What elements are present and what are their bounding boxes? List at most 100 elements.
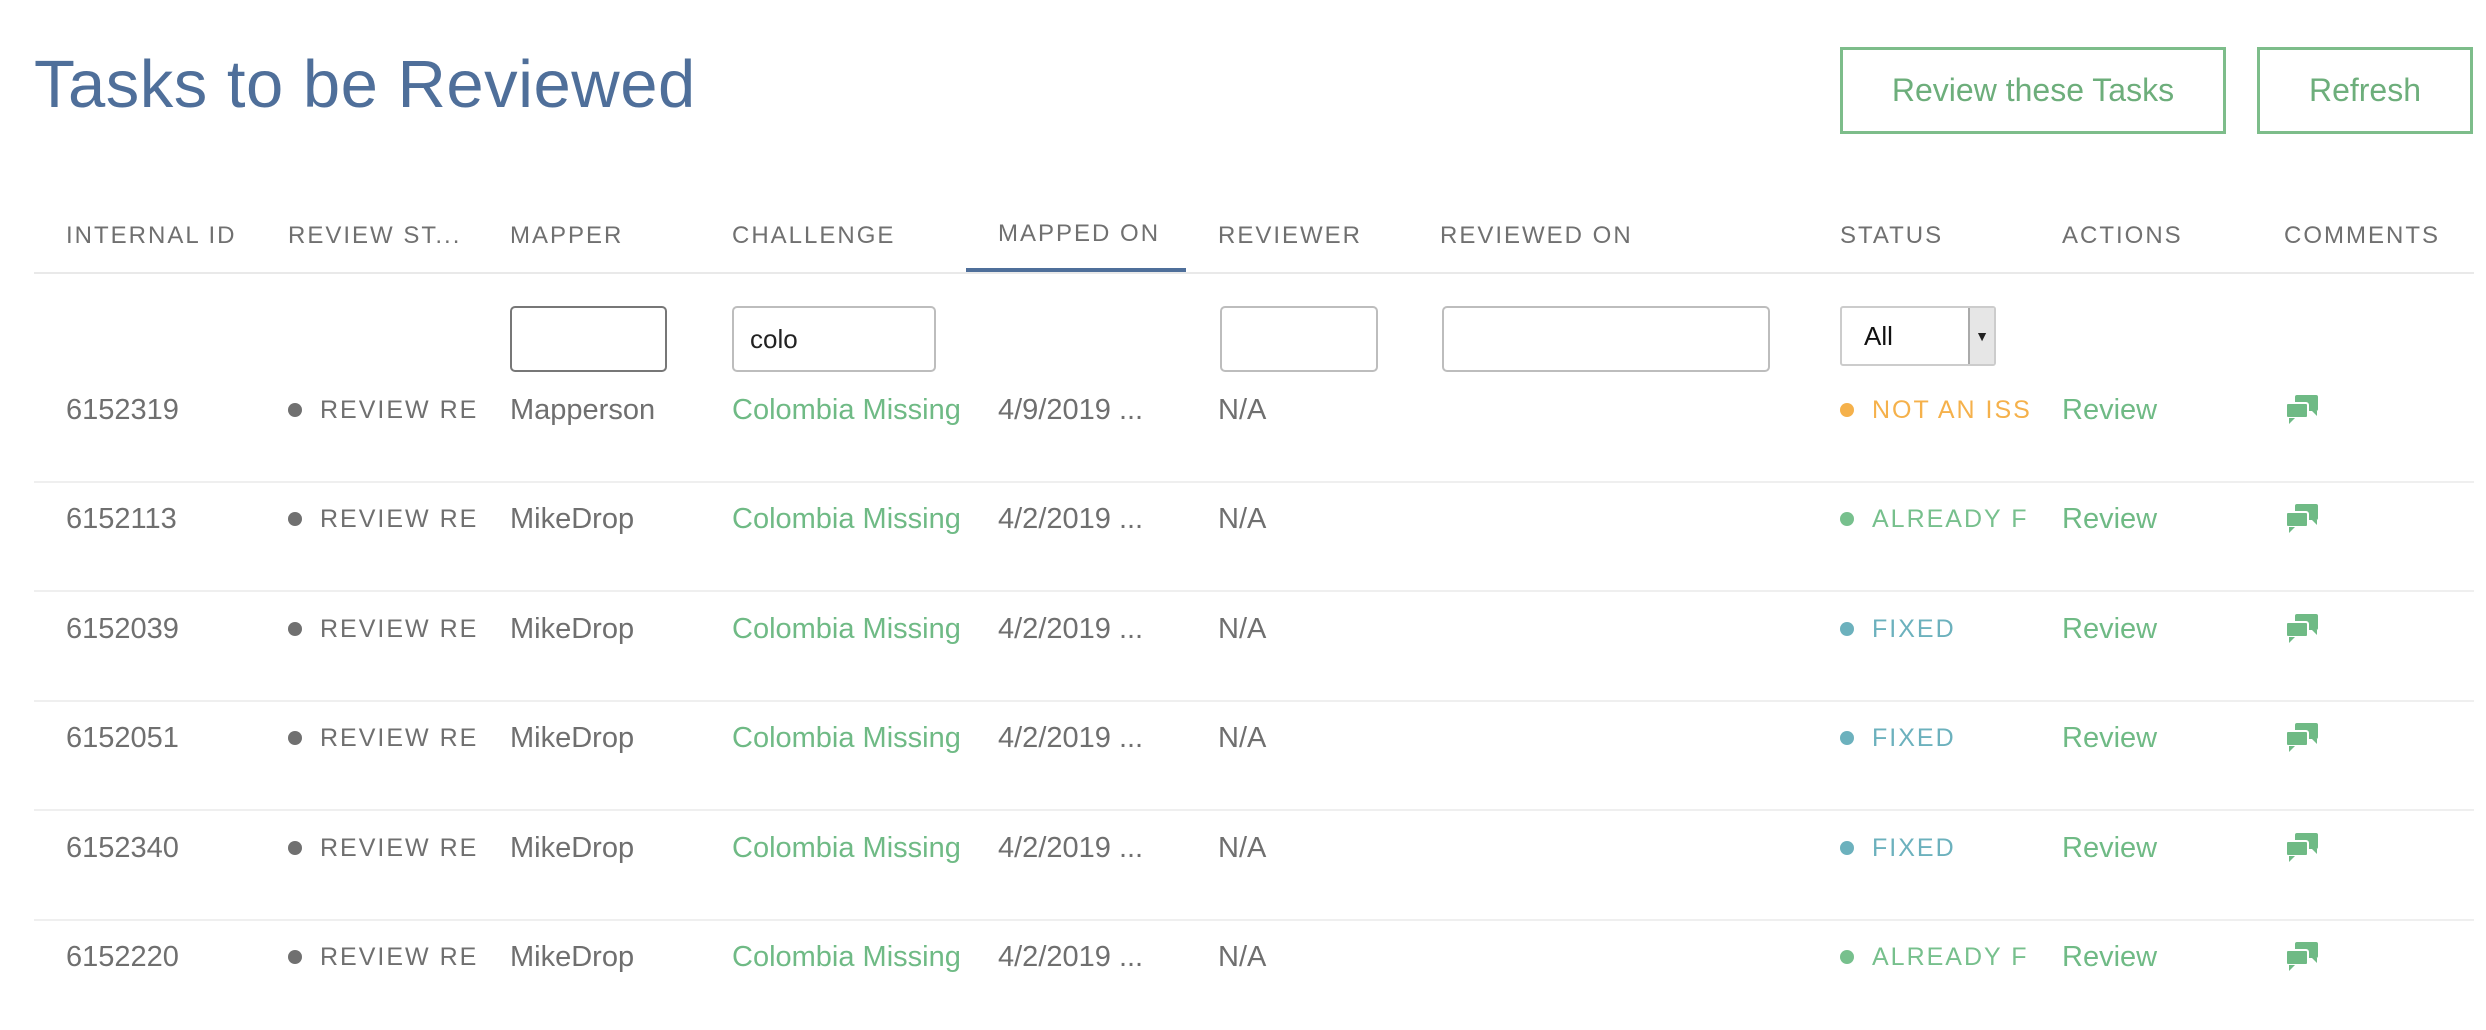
challenge-filter-input[interactable] — [732, 306, 936, 372]
status-dot — [1840, 950, 1854, 964]
table-row: 6152039 REVIEW REQU MikeDrop Colombia Missi… — [34, 591, 2474, 702]
comments-cell — [2252, 700, 2474, 776]
review-action-link[interactable]: Review — [2030, 372, 2252, 448]
column-header-reviewer[interactable]: REVIEWER — [1186, 200, 1408, 272]
comments-icon[interactable] — [2284, 503, 2320, 535]
column-header-mapper[interactable]: MAPPER — [478, 200, 700, 272]
review-status-label: REVIEW REQU — [320, 723, 478, 752]
column-header-review-status[interactable]: REVIEW ST... — [256, 200, 478, 272]
comments-cell — [2252, 372, 2474, 448]
status-label: ALREADY FIX — [1872, 504, 2030, 533]
status-dot — [1840, 403, 1854, 417]
review-status-cell: REVIEW REQU — [256, 919, 478, 995]
mapped-on-cell: 4/2/2019 ... — [998, 721, 1144, 754]
filter-row: All ▼ — [34, 272, 2474, 382]
comments-cell — [2252, 591, 2474, 667]
chevron-down-icon[interactable]: ▼ — [1968, 308, 1994, 364]
table-row: 6152319 REVIEW REQU Mapperson Colombia Miss… — [34, 372, 2474, 483]
table-row: 6152220 REVIEW REQU MikeDrop Colombia Missi… — [34, 919, 2474, 1028]
status-label: FIXED — [1872, 723, 1956, 752]
refresh-button[interactable]: Refresh — [2257, 47, 2473, 134]
challenge-link[interactable]: Colombia Missing I — [700, 700, 966, 776]
mapped-on-cell: 4/2/2019 ... — [998, 940, 1144, 973]
column-header-internal-id[interactable]: INTERNAL ID — [34, 200, 256, 272]
internal-id-cell: 6152039 — [66, 612, 179, 645]
mapped-on-cell: 4/2/2019 ... — [998, 612, 1144, 645]
comments-icon[interactable] — [2284, 941, 2320, 973]
review-status-cell: REVIEW REQU — [256, 700, 478, 776]
mapper-cell: MikeDrop — [510, 831, 635, 864]
reviewer-cell: N/A — [1218, 393, 1267, 426]
comments-cell — [2252, 481, 2474, 557]
status-label: NOT AN ISSU — [1872, 395, 2030, 424]
review-these-tasks-button[interactable]: Review these Tasks — [1840, 47, 2226, 134]
reviewed-on-cell — [1408, 919, 1808, 995]
review-status-cell: REVIEW REQU — [256, 372, 478, 448]
status-cell: ALREADY FIX — [1808, 481, 2030, 557]
column-header-reviewed-on[interactable]: REVIEWED ON — [1408, 200, 1808, 272]
reviewer-filter-input[interactable] — [1220, 306, 1378, 372]
review-action-link[interactable]: Review — [2030, 481, 2252, 557]
comments-icon[interactable] — [2284, 722, 2320, 754]
column-header-challenge[interactable]: CHALLENGE — [700, 200, 922, 272]
column-header-mapped-on[interactable]: MAPPED ON — [966, 200, 1186, 272]
mapper-cell: MikeDrop — [510, 940, 635, 973]
review-action-link[interactable]: Review — [2030, 700, 2252, 776]
comments-cell — [2252, 810, 2474, 886]
reviewer-cell: N/A — [1218, 612, 1267, 645]
mapped-on-cell: 4/9/2019 ... — [998, 393, 1144, 426]
comments-icon[interactable] — [2284, 394, 2320, 426]
challenge-link[interactable]: Colombia Missing I — [700, 591, 966, 667]
challenge-link[interactable]: Colombia Missing I — [700, 810, 966, 886]
internal-id-cell: 6152051 — [66, 721, 179, 754]
reviewed-on-cell — [1408, 481, 1808, 557]
column-header-actions: ACTIONS — [2062, 222, 2183, 249]
column-header-status[interactable]: STATUS — [1808, 200, 2030, 272]
internal-id-cell: 6152113 — [66, 502, 177, 535]
table-row: 6152113 REVIEW REQU MikeDrop Colombia Missi… — [34, 481, 2474, 592]
reviewer-cell: N/A — [1218, 940, 1267, 973]
challenge-link[interactable]: Colombia Missing I — [700, 481, 966, 557]
review-status-cell: REVIEW REQU — [256, 481, 478, 557]
reviewed-on-cell — [1408, 591, 1808, 667]
reviewed-on-cell — [1408, 810, 1808, 886]
review-status-label: REVIEW REQU — [320, 833, 478, 862]
status-label: FIXED — [1872, 614, 1956, 643]
table-row: 6152051 REVIEW REQU MikeDrop Colombia Missi… — [34, 700, 2474, 811]
review-status-label: REVIEW REQU — [320, 504, 478, 533]
reviewer-cell: N/A — [1218, 721, 1267, 754]
status-cell: NOT AN ISSU — [1808, 372, 2030, 448]
comments-icon[interactable] — [2284, 832, 2320, 864]
review-status-dot — [288, 950, 302, 964]
status-dot — [1840, 512, 1854, 526]
reviewer-cell: N/A — [1218, 831, 1267, 864]
review-status-label: REVIEW REQU — [320, 395, 478, 424]
mapper-cell: MikeDrop — [510, 612, 635, 645]
status-label: ALREADY FIX — [1872, 942, 2030, 971]
status-cell: FIXED — [1808, 810, 2030, 886]
review-status-dot — [288, 731, 302, 745]
mapped-on-cell: 4/2/2019 ... — [998, 502, 1144, 535]
challenge-link[interactable]: Colombia Missing I — [700, 372, 966, 448]
status-filter-select[interactable]: All ▼ — [1840, 306, 1996, 366]
internal-id-cell: 6152220 — [66, 940, 179, 973]
review-status-dot — [288, 622, 302, 636]
review-action-link[interactable]: Review — [2030, 919, 2252, 995]
review-status-label: REVIEW REQU — [320, 942, 478, 971]
challenge-link[interactable]: Colombia Missing I — [700, 919, 966, 995]
mapper-filter-input[interactable] — [510, 306, 667, 372]
internal-id-cell: 6152319 — [66, 393, 179, 426]
reviewer-cell: N/A — [1218, 502, 1267, 535]
reviewed-on-filter-input[interactable] — [1442, 306, 1770, 372]
comments-cell — [2252, 919, 2474, 995]
status-dot — [1840, 841, 1854, 855]
review-status-cell: REVIEW REQU — [256, 591, 478, 667]
status-label: FIXED — [1872, 833, 1956, 862]
status-cell: FIXED — [1808, 700, 2030, 776]
review-action-link[interactable]: Review — [2030, 591, 2252, 667]
mapper-cell: Mapperson — [510, 393, 656, 426]
review-action-link[interactable]: Review — [2030, 810, 2252, 886]
column-header-comments: COMMENTS — [2284, 222, 2440, 249]
status-dot — [1840, 731, 1854, 745]
comments-icon[interactable] — [2284, 613, 2320, 645]
